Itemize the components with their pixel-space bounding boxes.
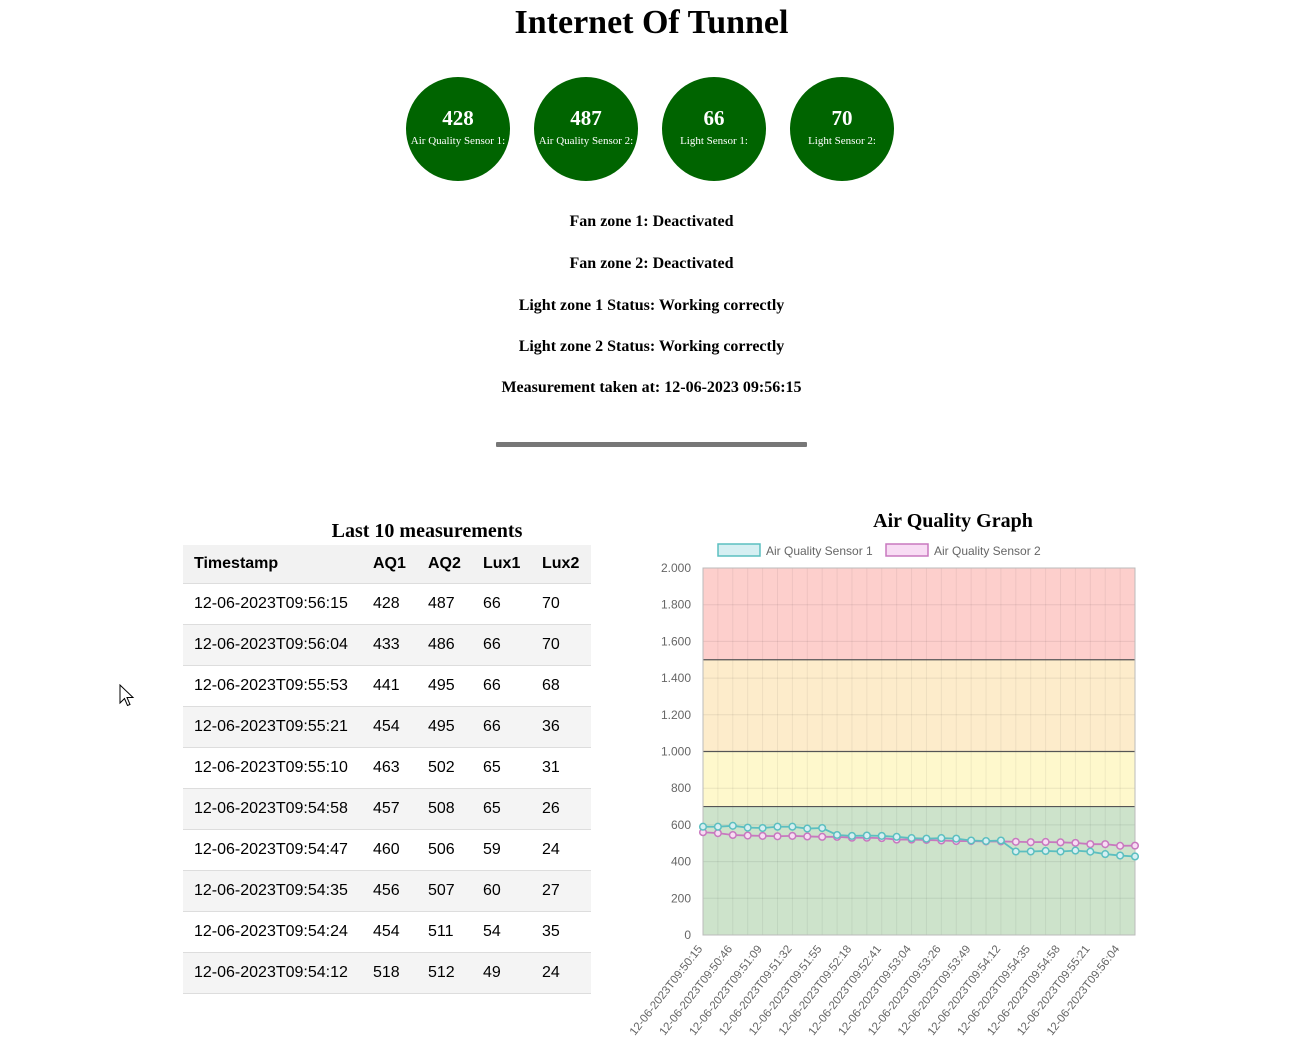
dashboard-page: Internet Of Tunnel 428 Air Quality Senso…: [0, 0, 1303, 1057]
data-point: [1011, 837, 1020, 846]
y-tick-label: 2.000: [661, 561, 691, 575]
data-point: [877, 831, 886, 840]
data-point: [728, 821, 737, 830]
data-point: [818, 832, 827, 841]
threshold-band: [703, 751, 1135, 807]
data-point: [1130, 852, 1140, 861]
data-point: [952, 834, 961, 843]
data-point: [758, 823, 767, 833]
data-point: [1086, 840, 1095, 849]
data-point: [847, 831, 857, 840]
data-point: [818, 823, 827, 833]
data-point: [1011, 847, 1020, 856]
data-point: [862, 831, 871, 840]
data-point: [937, 834, 946, 843]
data-point: [698, 822, 708, 831]
y-tick-label: 200: [671, 891, 691, 905]
data-point: [743, 831, 752, 840]
y-tick-label: 1.800: [661, 598, 691, 612]
data-point: [1101, 840, 1110, 849]
y-tick-label: 400: [671, 855, 691, 869]
data-point: [1116, 841, 1125, 850]
data-point: [981, 836, 991, 846]
mouse-cursor-icon: [119, 684, 135, 707]
legend-label: Air Quality Sensor 2: [934, 544, 1041, 558]
legend-swatch: [717, 543, 761, 557]
air-quality-chart: 0 200 400 600 800 1.000 1.200 1.400 1.600 1.800 2.…: [628, 543, 1140, 1038]
data-point: [1056, 847, 1065, 856]
data-point: [773, 832, 782, 841]
data-point: [1071, 846, 1080, 855]
data-point: [803, 832, 812, 841]
legend-label: Air Quality Sensor 1: [766, 544, 873, 558]
data-point: [907, 834, 916, 843]
data-point: [892, 832, 901, 841]
data-point: [1071, 838, 1080, 847]
data-point: [922, 834, 931, 843]
data-point: [833, 830, 842, 840]
y-tick-label: 0: [684, 928, 691, 942]
data-point: [967, 836, 976, 845]
y-tick-label: 1.600: [661, 634, 691, 648]
data-point: [996, 836, 1005, 845]
threshold-band: [703, 659, 1135, 752]
data-point: [788, 831, 797, 840]
data-point: [1086, 847, 1095, 856]
data-point: [743, 823, 752, 832]
threshold-band: [703, 568, 1135, 660]
data-point: [773, 822, 782, 831]
data-point: [758, 831, 767, 840]
data-point: [1056, 838, 1065, 847]
data-point: [713, 829, 722, 838]
data-point: [728, 830, 737, 840]
data-point: [1026, 838, 1035, 847]
data-point: [1041, 837, 1050, 847]
y-tick-label: 1.000: [661, 745, 691, 759]
data-point: [1041, 846, 1050, 856]
legend-swatch: [885, 543, 929, 557]
y-tick-label: 1.400: [661, 671, 691, 685]
y-tick-label: 800: [671, 781, 691, 795]
threshold-band: [703, 806, 1135, 935]
data-point: [788, 822, 797, 831]
data-point: [1026, 847, 1035, 856]
data-point: [1116, 851, 1125, 860]
y-tick-label: 600: [671, 818, 691, 832]
y-tick-label: 1.200: [661, 708, 691, 722]
data-point: [1101, 850, 1110, 859]
data-point: [713, 822, 722, 831]
data-point: [1130, 841, 1140, 850]
data-point: [803, 824, 812, 833]
